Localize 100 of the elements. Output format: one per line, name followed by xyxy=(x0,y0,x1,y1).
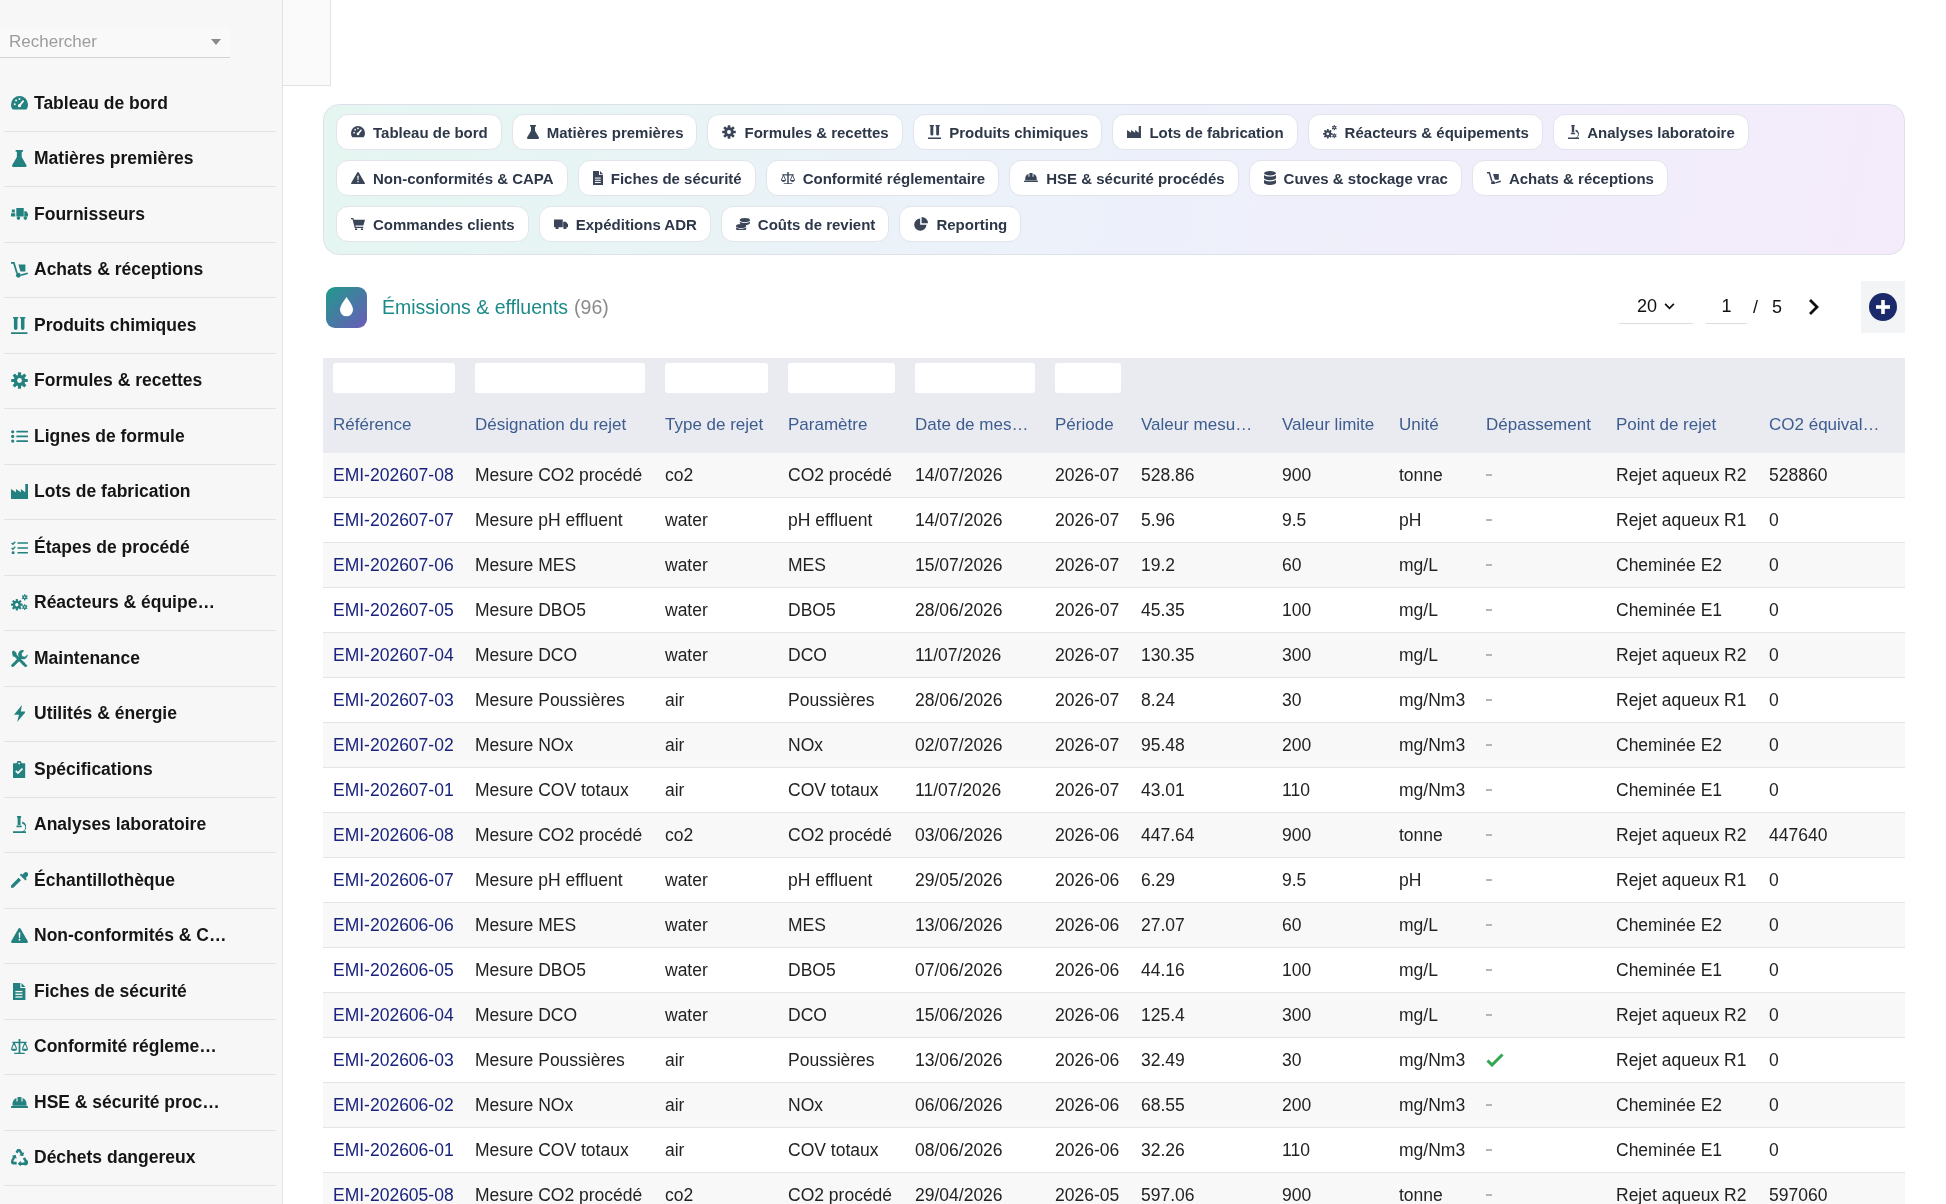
reference-link[interactable]: EMI-202606-07 xyxy=(333,869,454,891)
shortcut-button[interactable]: Achats & réceptions xyxy=(1471,160,1668,196)
column-header[interactable]: Valeur limite xyxy=(1272,393,1389,453)
reference-link[interactable]: EMI-202607-07 xyxy=(333,509,454,531)
reference-link[interactable]: EMI-202607-04 xyxy=(333,644,454,666)
sidebar-item[interactable]: Formules & recettes xyxy=(4,353,276,409)
shortcut-button[interactable]: Lots de fabrication xyxy=(1112,114,1298,150)
warning-icon xyxy=(11,928,28,944)
table-cell-text: air xyxy=(664,733,686,757)
table-cell-text: Mesure CO2 procédé xyxy=(474,1183,644,1204)
reference-link[interactable]: EMI-202607-05 xyxy=(333,599,454,621)
hand-truck-icon xyxy=(1486,171,1501,185)
reference-link[interactable]: EMI-202607-01 xyxy=(333,779,454,801)
reference-link[interactable]: EMI-202606-04 xyxy=(333,1004,454,1026)
table-cell-text: mg/Nm3 xyxy=(1398,778,1467,802)
shortcut-button[interactable]: Cuves & stockage vrac xyxy=(1248,160,1462,196)
table-cell-text: Mesure Poussières xyxy=(474,688,626,712)
reference-link[interactable]: EMI-202607-02 xyxy=(333,734,454,756)
shortcut-button[interactable]: Reporting xyxy=(899,206,1022,242)
coins-icon xyxy=(735,217,750,231)
add-button[interactable] xyxy=(1861,281,1905,333)
shortcut-button[interactable]: Analyses laboratoire xyxy=(1552,114,1749,150)
truck-icon xyxy=(553,218,568,230)
shortcut-button[interactable]: Tableau de bord xyxy=(336,114,502,150)
reference-link[interactable]: EMI-202605-08 xyxy=(333,1184,454,1204)
reference-link[interactable]: EMI-202606-06 xyxy=(333,914,454,936)
table-cell-text: Mesure COV totaux xyxy=(474,778,630,802)
sidebar-item[interactable]: Réacteurs & équipe… xyxy=(4,575,276,631)
table-cell-text: water xyxy=(664,643,709,667)
sidebar-item[interactable]: Étapes de procédé xyxy=(4,520,276,576)
sidebar-item[interactable]: Lots de fabrication xyxy=(4,464,276,520)
column-header[interactable]: Type de rejet xyxy=(655,393,778,453)
table-cell-text: air xyxy=(664,1093,686,1117)
shortcut-button[interactable]: Réacteurs & équipements xyxy=(1307,114,1543,150)
shortcut-button[interactable]: Non-conformités & CAPA xyxy=(336,160,568,196)
column-header[interactable]: Valeur mesu… xyxy=(1131,393,1272,453)
sidebar-item[interactable]: Tableau de bord xyxy=(4,76,276,132)
reference-link[interactable]: EMI-202606-02 xyxy=(333,1094,454,1116)
sidebar-item[interactable]: Fournisseurs xyxy=(4,187,276,243)
reference-link[interactable]: EMI-202606-01 xyxy=(333,1139,454,1161)
page-input[interactable]: 1 xyxy=(1705,290,1747,324)
reference-link[interactable]: EMI-202606-08 xyxy=(333,824,454,846)
shortcut-button[interactable]: Conformité réglementaire xyxy=(765,160,1000,196)
sidebar-item[interactable]: Lignes de formule xyxy=(4,409,276,465)
reference-link[interactable]: EMI-202607-06 xyxy=(333,554,454,576)
sidebar-item[interactable]: Analyses laboratoire xyxy=(4,797,276,853)
clipboard-check-icon xyxy=(13,760,26,778)
sidebar-item[interactable]: Maintenance xyxy=(4,631,276,687)
shortcut-button[interactable]: Commandes clients xyxy=(336,206,529,242)
shortcut-button[interactable]: Formules & recettes xyxy=(707,114,903,150)
sidebar-item[interactable]: Non-conformités & C… xyxy=(4,908,276,964)
column-header[interactable]: Désignation du rejet xyxy=(465,393,655,453)
page-title: Émissions & effluents xyxy=(382,295,569,319)
table-cell-text: 0 xyxy=(1768,688,1780,712)
table-cell-text: Rejet aqueux R1 xyxy=(1615,1048,1748,1072)
shortcut-button[interactable]: Expéditions ADR xyxy=(538,206,711,242)
sidebar-item[interactable]: Achats & réceptions xyxy=(4,242,276,298)
table-cell-text: Rejet aqueux R2 xyxy=(1615,1003,1748,1027)
table-cell-text: pH effluent xyxy=(787,868,874,892)
table-cell-text: 0 xyxy=(1768,868,1780,892)
sidebar-item[interactable]: Utilités & énergie xyxy=(4,686,276,742)
table-cell-text: 0 xyxy=(1768,1048,1780,1072)
shortcut-button[interactable]: Fiches de sécurité xyxy=(577,160,756,196)
table-cell-text: Mesure pH effluent xyxy=(474,868,624,892)
table-cell-text: 0 xyxy=(1768,508,1780,532)
column-header[interactable]: Période xyxy=(1045,393,1131,453)
column-header[interactable]: Référence xyxy=(323,393,465,453)
column-header[interactable]: Point de rejet xyxy=(1606,393,1759,453)
table-cell-text: tonne xyxy=(1398,463,1444,487)
reference-link[interactable]: EMI-202607-03 xyxy=(333,689,454,711)
sidebar-item[interactable]: Matières premières xyxy=(4,131,276,187)
gear-icon xyxy=(722,125,737,139)
shortcut-button[interactable]: Matières premières xyxy=(511,114,698,150)
reference-link[interactable]: EMI-202606-03 xyxy=(333,1049,454,1071)
sidebar-item[interactable]: HSE & sécurité proc… xyxy=(4,1075,276,1131)
table-cell-text: 45.35 xyxy=(1140,598,1186,622)
column-header[interactable]: Dépassement xyxy=(1476,393,1606,453)
reference-link[interactable]: EMI-202606-05 xyxy=(333,959,454,981)
sidebar-item[interactable]: Échantillothèque xyxy=(4,853,276,909)
sidebar-item[interactable]: Produits chimiques xyxy=(4,298,276,354)
column-header[interactable]: Paramètre xyxy=(778,393,905,453)
shortcut-button[interactable]: HSE & sécurité procédés xyxy=(1009,160,1239,196)
total-pages: 5 xyxy=(1772,296,1782,318)
scale-icon xyxy=(780,171,795,185)
sidebar-item[interactable]: Fiches de sécurité xyxy=(4,964,276,1020)
table-cell-text: 0 xyxy=(1768,1003,1780,1027)
shortcut-button[interactable]: Coûts de revient xyxy=(720,206,890,242)
page-size-select[interactable]: 20 xyxy=(1618,290,1693,324)
reference-link[interactable]: EMI-202607-08 xyxy=(333,464,454,486)
sidebar-item[interactable]: Spécifications xyxy=(4,742,276,798)
column-header[interactable]: CO2 équival… xyxy=(1759,393,1905,453)
sidebar-item[interactable]: Conformité régleme… xyxy=(4,1019,276,1075)
column-header[interactable]: Unité xyxy=(1389,393,1476,453)
sidebar-item[interactable]: Déchets dangereux xyxy=(4,1130,276,1186)
table-cell-text: Cheminée E2 xyxy=(1615,553,1724,577)
shortcut-button[interactable]: Produits chimiques xyxy=(912,114,1103,150)
column-header[interactable]: Date de mes… xyxy=(905,393,1045,453)
table-cell-text: 29/05/2026 xyxy=(914,868,1004,892)
table-cell-text: Rejet aqueux R1 xyxy=(1615,508,1748,532)
table-cell-text: 130.35 xyxy=(1140,643,1196,667)
